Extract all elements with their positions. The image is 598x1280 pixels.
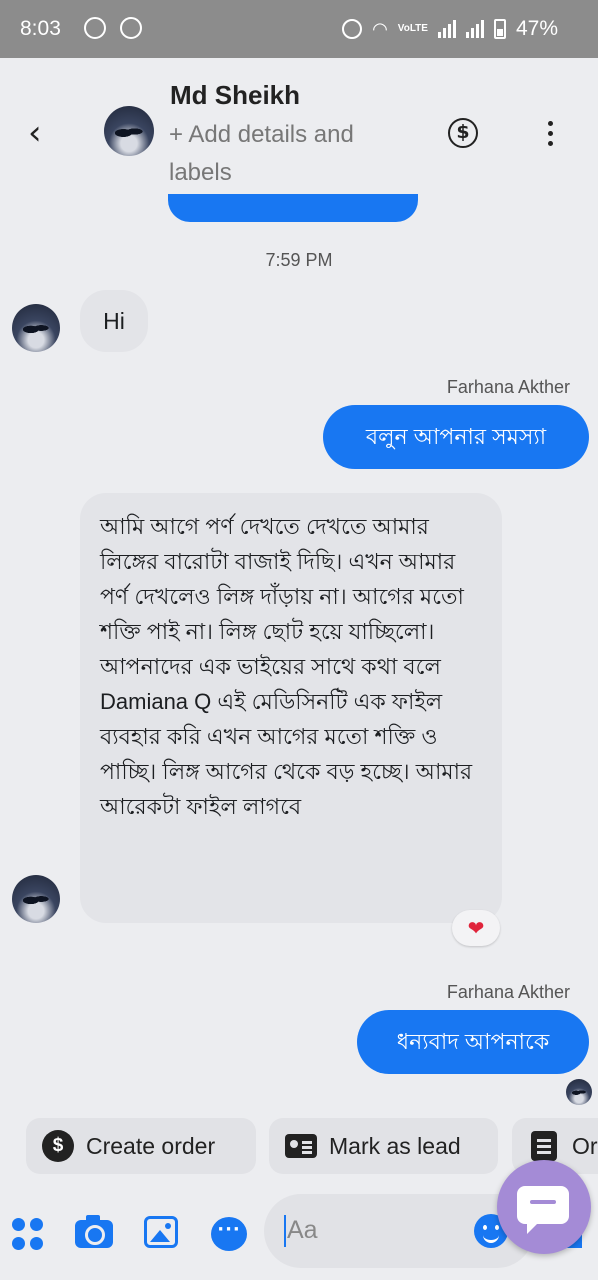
incoming-message-long[interactable]: আমি আগে পর্ণ দেখতে দেখতে আমার লিঙ্গের বা… [80, 493, 502, 923]
camera-icon[interactable] [75, 1215, 113, 1248]
incoming-message[interactable]: Hi [80, 290, 148, 352]
sender-name: Farhana Akther [446, 982, 570, 1002]
dollar-icon[interactable]: $ [448, 118, 478, 148]
chat-heads-button[interactable] [497, 1160, 591, 1254]
volte-label: VoLTE [397, 23, 428, 34]
chat-header: ‹ Md Sheikh + Add details and labels $ [0, 58, 598, 198]
apps-icon[interactable] [12, 1218, 44, 1250]
sender-avatar[interactable] [12, 875, 60, 923]
chip-label: Mark as lead [329, 1132, 461, 1159]
message-timestamp: 7:59 PM [265, 250, 333, 270]
contact-card-icon [285, 1130, 317, 1162]
outgoing-message[interactable]: ধন্যবাদ আপনাকে [357, 1010, 589, 1074]
status-indicators: ◠ VoLTE 47% [342, 17, 558, 41]
chat-bubble-icon[interactable]: ··· [211, 1217, 247, 1251]
chip-label: Or [572, 1132, 598, 1159]
status-time: 8:03 [20, 17, 61, 40]
signal-icon [437, 20, 456, 38]
navigation-icon [120, 17, 142, 39]
add-details-link[interactable]: + Add details and labels [169, 116, 419, 192]
mark-as-lead-chip[interactable]: Mark as lead [269, 1118, 498, 1174]
heart-reaction-icon[interactable]: ❤ [452, 910, 500, 946]
messenger-icon [84, 17, 106, 39]
battery-icon [493, 19, 506, 39]
chip-label: Create order [86, 1132, 216, 1159]
contact-avatar[interactable] [104, 106, 154, 156]
more-vertical-icon[interactable] [548, 121, 554, 151]
seen-avatar [566, 1079, 592, 1105]
signal-2-icon [465, 20, 484, 38]
battery-level: 47% [515, 17, 558, 40]
contact-name[interactable]: Md Sheikh [170, 80, 300, 111]
previous-message-bubble [168, 194, 418, 222]
message-icon [517, 1186, 569, 1234]
sender-name: Farhana Akther [446, 377, 570, 397]
hotspot-icon [342, 19, 363, 39]
message-placeholder: Aa [287, 1216, 318, 1244]
status-bar: 8:03 ◠ VoLTE 47% [0, 0, 598, 58]
text-cursor [284, 1215, 286, 1247]
image-icon[interactable] [144, 1216, 178, 1248]
back-button[interactable]: ‹ [28, 116, 42, 150]
wifi-icon: ◠ [372, 18, 388, 39]
outgoing-message[interactable]: বলুন আপনার সমস্যা [323, 405, 589, 469]
note-icon [528, 1130, 560, 1162]
dollar-circle-icon: $ [42, 1130, 74, 1162]
create-order-chip[interactable]: $ Create order [26, 1118, 256, 1174]
sender-avatar[interactable] [12, 304, 60, 352]
